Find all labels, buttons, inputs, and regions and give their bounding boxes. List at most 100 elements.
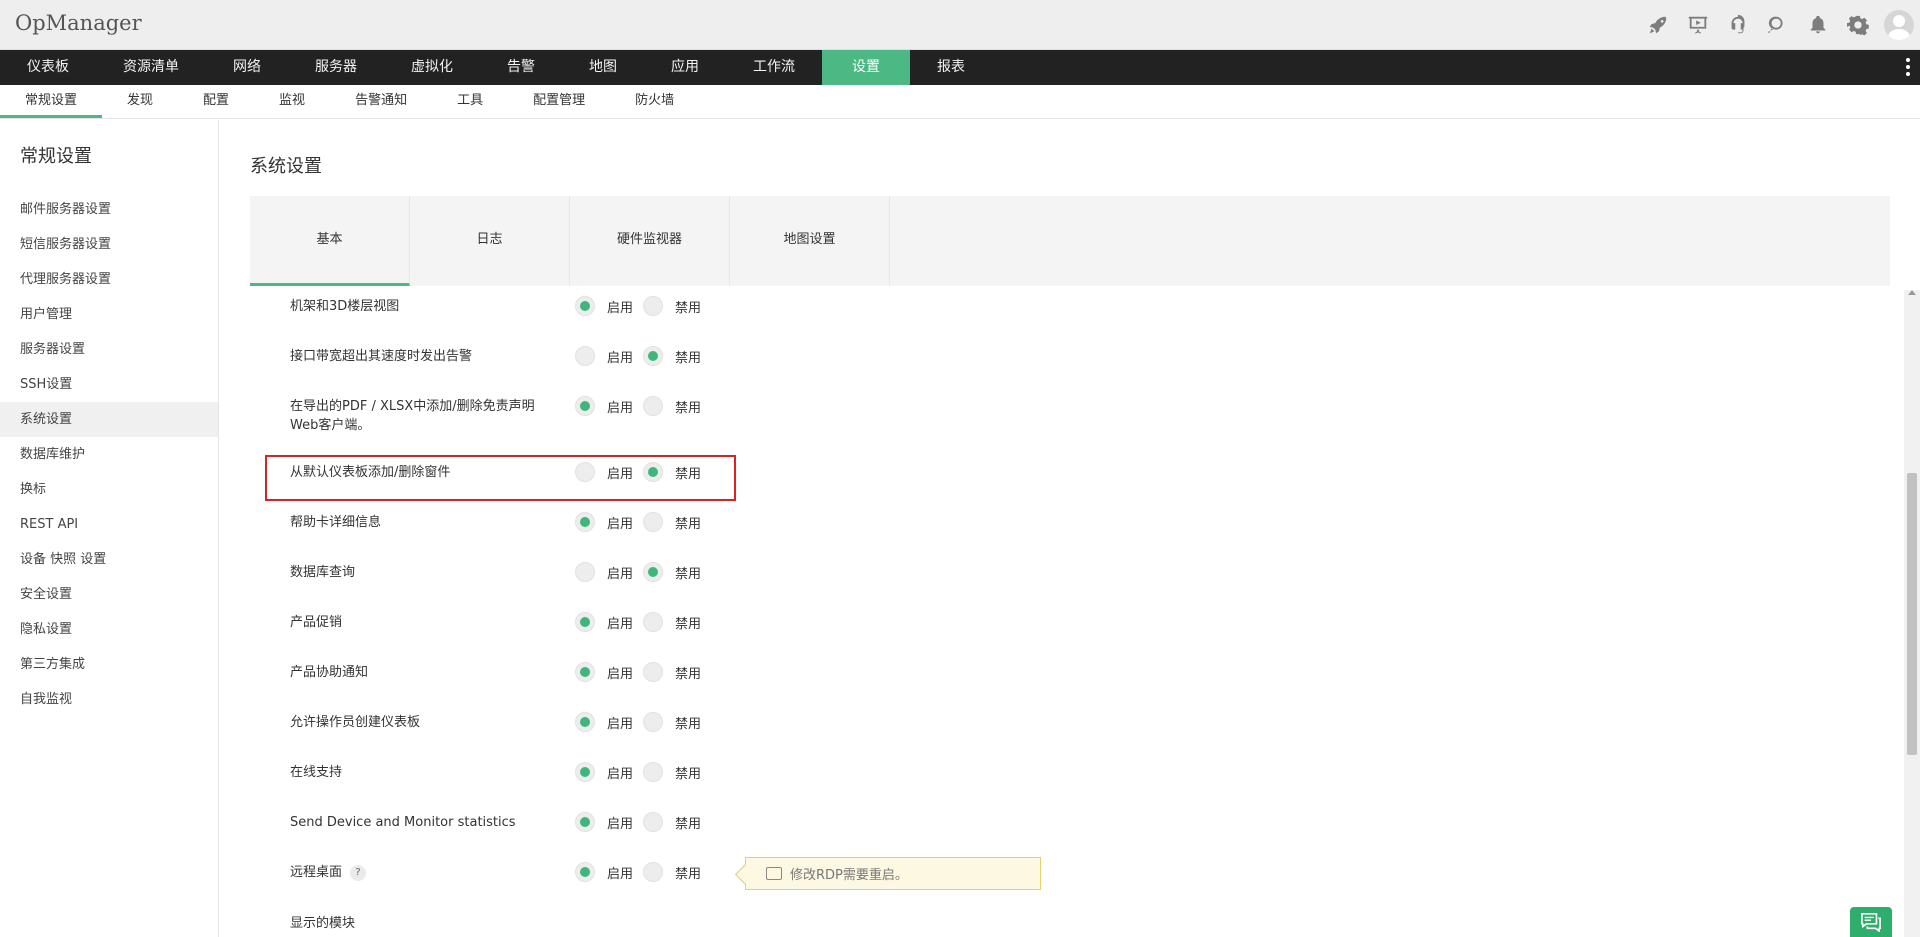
tab-map-settings[interactable]: 地图设置 <box>730 196 890 286</box>
sidebar-item-security-settings[interactable]: 安全设置 <box>0 577 218 612</box>
subnav-tools[interactable]: 工具 <box>432 85 508 118</box>
main-content: 系统设置 基本 日志 硬件监视器 地图设置 机架和3D楼层视图 启用 禁用 接口… <box>220 120 1920 937</box>
tab-basic[interactable]: 基本 <box>250 196 410 286</box>
nav-apps[interactable]: 应用 <box>644 50 726 85</box>
tab-logs[interactable]: 日志 <box>410 196 570 286</box>
setting-label: 产品协助通知 <box>290 665 369 680</box>
setting-label-line1: 在导出的PDF / XLSX中添加/删除免责声明 <box>290 399 535 414</box>
setting-label: 数据库查询 <box>290 565 356 580</box>
bell-icon[interactable] <box>1798 0 1838 50</box>
sidebar-item-self-monitoring[interactable]: 自我监视 <box>0 682 218 717</box>
disable-radio[interactable] <box>643 662 663 682</box>
nav-dashboard[interactable]: 仪表板 <box>0 50 96 85</box>
disable-radio[interactable] <box>643 562 663 582</box>
nav-maps[interactable]: 地图 <box>562 50 644 85</box>
sidebar-item-user-management[interactable]: 用户管理 <box>0 297 218 332</box>
enable-radio[interactable] <box>575 762 595 782</box>
disable-radio[interactable] <box>643 812 663 832</box>
disable-radio[interactable] <box>643 512 663 532</box>
sidebar-item-rebranding[interactable]: 换标 <box>0 472 218 507</box>
subnav-config-management[interactable]: 配置管理 <box>508 85 610 118</box>
vertical-scrollbar[interactable] <box>1904 290 1920 937</box>
disable-label: 禁用 <box>675 766 702 782</box>
sidebar-item-server-settings[interactable]: 服务器设置 <box>0 332 218 367</box>
enable-radio[interactable] <box>575 862 595 882</box>
disable-radio[interactable] <box>643 612 663 632</box>
highlight-box <box>265 455 736 501</box>
scrollbar-thumb[interactable] <box>1907 473 1917 755</box>
rdp-restart-tooltip: 修改RDP需要重启。 <box>745 857 1041 890</box>
setting-label: 远程桌面? <box>290 863 560 882</box>
chat-icon <box>1861 913 1881 932</box>
enable-radio[interactable] <box>575 512 595 532</box>
page-title: 系统设置 <box>250 156 322 177</box>
sidebar-item-sms-server[interactable]: 短信服务器设置 <box>0 227 218 262</box>
disable-radio[interactable] <box>643 712 663 732</box>
sidebar-item-device-snapshot[interactable]: 设备 快照 设置 <box>0 542 218 577</box>
setting-label: 机架和3D楼层视图 <box>290 299 400 314</box>
sidebar-item-privacy-settings[interactable]: 隐私设置 <box>0 612 218 647</box>
subnav-configuration[interactable]: 配置 <box>178 85 254 118</box>
enable-radio[interactable] <box>575 812 595 832</box>
nav-reports[interactable]: 报表 <box>910 50 992 85</box>
setting-label: 产品促销 <box>290 615 343 630</box>
setting-label: 允许操作员创建仪表板 <box>290 715 421 730</box>
subnav-alarm-notification[interactable]: 告警通知 <box>330 85 432 118</box>
enable-radio[interactable] <box>575 712 595 732</box>
disable-radio[interactable] <box>643 762 663 782</box>
rocket-icon[interactable] <box>1638 0 1678 50</box>
disable-radio[interactable] <box>643 862 663 882</box>
enable-radio[interactable] <box>575 562 595 582</box>
sidebar-item-system-settings[interactable]: 系统设置 <box>0 402 218 437</box>
nav-settings[interactable]: 设置 <box>822 50 910 85</box>
subnav-firewall[interactable]: 防火墙 <box>610 85 699 118</box>
sidebar-item-rest-api[interactable]: REST API <box>0 507 218 542</box>
nav-network[interactable]: 网络 <box>206 50 288 85</box>
disable-radio[interactable] <box>643 296 663 316</box>
search-icon[interactable] <box>1758 0 1798 50</box>
sidebar-item-database-maintenance[interactable]: 数据库维护 <box>0 437 218 472</box>
enable-radio[interactable] <box>575 662 595 682</box>
tab-hardware-monitor[interactable]: 硬件监视器 <box>570 196 730 286</box>
nav-virtualization[interactable]: 虚拟化 <box>384 50 480 85</box>
enable-radio[interactable] <box>575 346 595 366</box>
enable-label: 启用 <box>607 566 634 582</box>
headset-icon[interactable] <box>1718 0 1758 50</box>
setting-label-text: 远程桌面 <box>290 865 343 880</box>
enable-radio[interactable] <box>575 296 595 316</box>
disable-label: 禁用 <box>675 566 702 582</box>
user-avatar-icon[interactable] <box>1884 10 1914 40</box>
sidebar-item-third-party-integration[interactable]: 第三方集成 <box>0 647 218 682</box>
enable-label: 启用 <box>607 350 634 366</box>
disable-label: 禁用 <box>675 516 702 532</box>
setting-label: 接口带宽超出其速度时发出告警 <box>290 349 473 364</box>
nav-servers[interactable]: 服务器 <box>288 50 384 85</box>
nav-inventory[interactable]: 资源清单 <box>96 50 206 85</box>
settings-tabs: 基本 日志 硬件监视器 地图设置 <box>250 196 1890 286</box>
settings-list: 机架和3D楼层视图 启用 禁用 接口带宽超出其速度时发出告警 启用 禁用 在导出… <box>250 286 1890 937</box>
nav-alarms[interactable]: 告警 <box>480 50 562 85</box>
enable-radio[interactable] <box>575 396 595 416</box>
help-icon[interactable]: ? <box>350 864 367 881</box>
top-header: OpManager <box>0 0 1920 50</box>
disable-radio[interactable] <box>643 396 663 416</box>
sidebar-item-mail-server[interactable]: 邮件服务器设置 <box>0 192 218 227</box>
more-menu-icon[interactable] <box>1906 58 1910 78</box>
presentation-icon[interactable] <box>1678 0 1718 50</box>
scroll-up-arrow-icon[interactable] <box>1908 290 1916 295</box>
subnav-discovery[interactable]: 发现 <box>102 85 178 118</box>
gear-icon[interactable] <box>1838 0 1878 50</box>
setting-label: Send Device and Monitor statistics <box>290 815 516 830</box>
enable-radio[interactable] <box>575 612 595 632</box>
app-logo: OpManager <box>15 11 142 35</box>
sidebar-item-ssh-settings[interactable]: SSH设置 <box>0 367 218 402</box>
disable-label: 禁用 <box>675 866 702 882</box>
chat-button[interactable] <box>1850 907 1892 937</box>
enable-label: 启用 <box>607 816 634 832</box>
subnav-monitoring[interactable]: 监视 <box>254 85 330 118</box>
sidebar-item-proxy-server[interactable]: 代理服务器设置 <box>0 262 218 297</box>
disable-radio[interactable] <box>643 346 663 366</box>
nav-workflow[interactable]: 工作流 <box>726 50 822 85</box>
subnav-general-settings[interactable]: 常规设置 <box>0 85 103 118</box>
main-nav: 仪表板 资源清单 网络 服务器 虚拟化 告警 地图 应用 工作流 设置 报表 <box>0 50 1920 85</box>
